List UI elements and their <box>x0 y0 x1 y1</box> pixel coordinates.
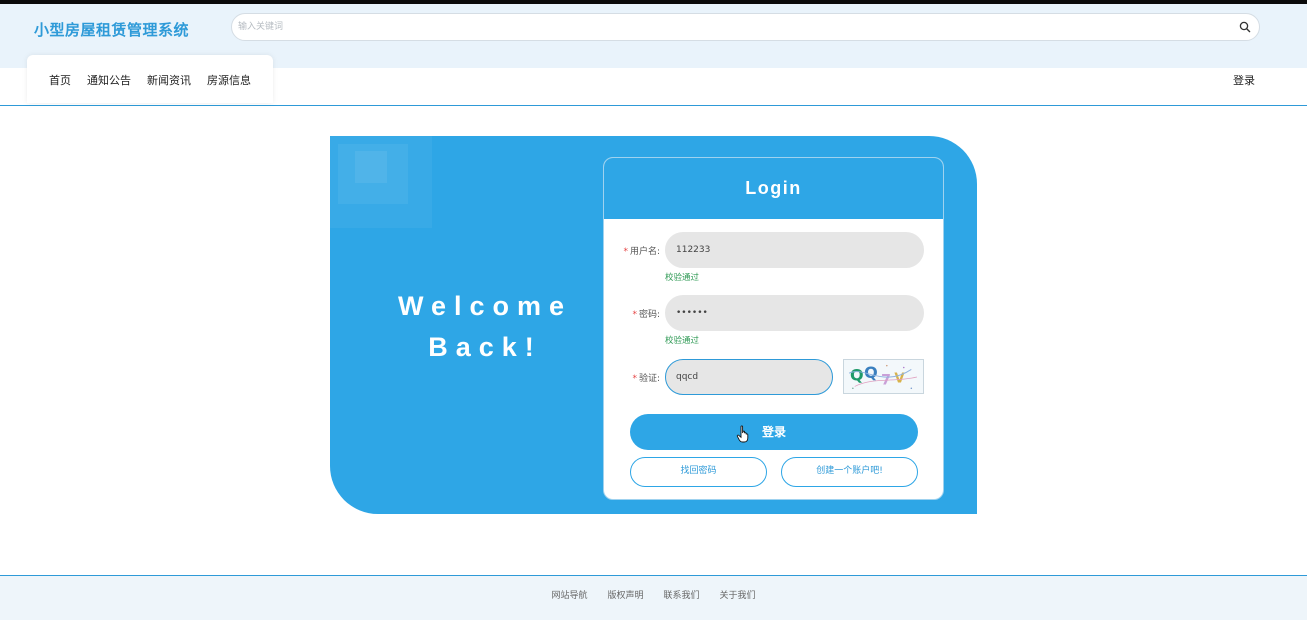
captcha-char: Q <box>864 363 878 382</box>
search-box[interactable] <box>231 13 1260 41</box>
main-nav: 首页 通知公告 新闻资讯 房源信息 <box>27 55 273 103</box>
forgot-password-button[interactable]: 找回密码 <box>630 457 767 487</box>
site-footer: 网站导航 版权声明 联系我们 关于我们 <box>0 575 1307 620</box>
nav-login-link[interactable]: 登录 <box>1233 72 1255 88</box>
main-nav-bar: 首页 通知公告 新闻资讯 房源信息 登录 <box>0 55 1307 106</box>
required-mark: * <box>623 247 628 257</box>
required-mark: * <box>632 310 637 320</box>
site-logo[interactable]: 小型房屋租赁管理系统 <box>34 19 189 40</box>
captcha-char: Q <box>850 366 864 385</box>
password-field[interactable]: •••••• <box>665 295 924 331</box>
nav-item-housing[interactable]: 房源信息 <box>207 72 251 88</box>
username-label: * 用户名: <box>623 247 660 257</box>
hand-cursor-icon <box>736 425 749 443</box>
search-icon[interactable] <box>1239 21 1251 33</box>
captcha-input[interactable]: qqcd <box>665 359 833 395</box>
nav-item-news[interactable]: 新闻资讯 <box>147 72 191 88</box>
username-field[interactable]: 112233 <box>665 232 924 268</box>
decor-square <box>355 151 387 183</box>
register-button[interactable]: 创建一个账户吧! <box>781 457 918 487</box>
password-label: * 密码: <box>632 310 660 320</box>
footer-links: 网站导航 版权声明 联系我们 关于我们 <box>551 588 755 601</box>
nav-item-home[interactable]: 首页 <box>49 72 71 88</box>
username-validation: 校验通过 <box>665 273 700 283</box>
captcha-image[interactable]: Q Q 7 V <box>843 359 924 394</box>
login-submit-button[interactable]: 登录 <box>630 414 918 450</box>
password-validation: 校验通过 <box>665 336 700 346</box>
login-card: Login * 用户名: 112233 校验通过 * 密码: •••••• 校验通过… <box>603 157 944 500</box>
welcome-line-1: Welcome <box>397 291 573 321</box>
footer-link-sitemap[interactable]: 网站导航 <box>551 588 587 601</box>
footer-link-copyright[interactable]: 版权声明 <box>607 588 643 601</box>
login-title: Login <box>604 158 943 219</box>
footer-link-contact[interactable]: 联系我们 <box>664 588 700 601</box>
nav-item-notices[interactable]: 通知公告 <box>87 72 131 88</box>
welcome-line-2: Back! <box>428 332 542 362</box>
welcome-text: Welcome Back! <box>360 286 610 368</box>
search-input[interactable] <box>238 18 1218 36</box>
required-mark: * <box>632 374 637 384</box>
captcha-label: * 验证: <box>632 374 660 384</box>
footer-link-about[interactable]: 关于我们 <box>720 588 756 601</box>
